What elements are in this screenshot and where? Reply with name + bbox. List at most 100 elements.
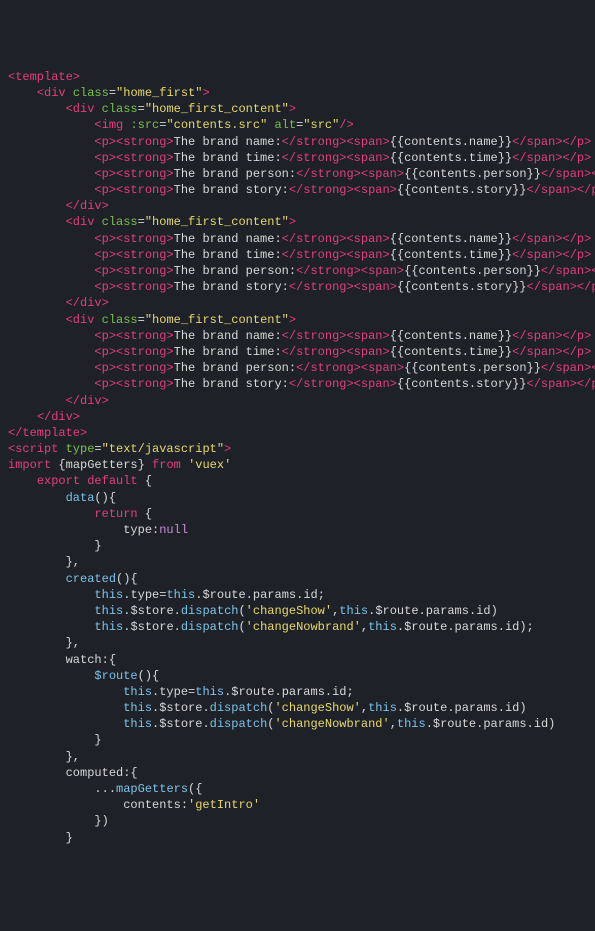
code-token: <p><strong> [94, 345, 173, 359]
code-token: <div [66, 102, 102, 116]
code-line[interactable]: import {mapGetters} from 'vuex' [8, 457, 587, 473]
code-line[interactable]: <p><strong>The brand time:</strong><span… [8, 247, 587, 263]
code-line[interactable]: <p><strong>The brand name:</strong><span… [8, 231, 587, 247]
code-line[interactable]: $route(){ [8, 668, 587, 684]
code-token [8, 798, 123, 812]
code-token: </div> [37, 410, 80, 424]
code-token: dispatch [210, 717, 268, 731]
code-line[interactable]: <p><strong>The brand name:</strong><span… [8, 134, 587, 150]
code-line[interactable]: ...mapGetters({ [8, 781, 587, 797]
code-token: type [130, 588, 159, 602]
code-line[interactable]: <p><strong>The brand time:</strong><span… [8, 150, 587, 166]
code-line[interactable]: </div> [8, 393, 587, 409]
code-line[interactable]: <p><strong>The brand person:</strong><sp… [8, 263, 587, 279]
code-line[interactable]: <p><strong>The brand time:</strong><span… [8, 344, 587, 360]
code-line[interactable]: <div class="home_first_content"> [8, 214, 587, 230]
code-token: :{ [102, 653, 116, 667]
code-token: </strong><span> [289, 280, 397, 294]
code-line[interactable]: type:null [8, 522, 587, 538]
code-line[interactable]: }, [8, 554, 587, 570]
code-token: $route [202, 588, 245, 602]
code-token: this [123, 701, 152, 715]
code-token: . [397, 701, 404, 715]
code-token: = [94, 442, 101, 456]
code-line[interactable]: <div class="home_first_content"> [8, 312, 587, 328]
code-line[interactable]: this.type=this.$route.params.id; [8, 684, 587, 700]
code-token [8, 329, 94, 343]
code-line[interactable]: <p><strong>The brand story:</strong><spa… [8, 182, 587, 198]
code-editor[interactable]: <template> <div class="home_first"> <div… [8, 69, 587, 846]
code-token: this [397, 717, 426, 731]
code-line[interactable]: </template> [8, 425, 587, 441]
code-line[interactable]: watch:{ [8, 652, 587, 668]
code-line[interactable]: data(){ [8, 490, 587, 506]
code-line[interactable]: <p><strong>The brand person:</strong><sp… [8, 166, 587, 182]
code-token: {{contents.time}} [390, 345, 512, 359]
code-token: <p><strong> [94, 264, 173, 278]
code-token: <img [94, 118, 130, 132]
code-token: </strong><span> [282, 151, 390, 165]
code-token: dispatch [181, 620, 239, 634]
code-line[interactable]: <img :src="contents.src" alt="src"/> [8, 117, 587, 133]
code-line[interactable]: <p><strong>The brand story:</strong><spa… [8, 376, 587, 392]
code-line[interactable]: this.$store.dispatch('changeShow',this.$… [8, 603, 587, 619]
code-token: $route [94, 669, 137, 683]
code-token: $store [159, 717, 202, 731]
code-line[interactable]: <div class="home_first_content"> [8, 101, 587, 117]
code-token [8, 377, 94, 391]
code-line[interactable]: <template> [8, 69, 587, 85]
code-line[interactable]: }, [8, 749, 587, 765]
code-line[interactable]: computed:{ [8, 765, 587, 781]
code-token: mapGetters [116, 782, 188, 796]
code-token [8, 345, 94, 359]
code-token [8, 102, 66, 116]
code-line[interactable]: <div class="home_first"> [8, 85, 587, 101]
code-token: The brand person: [174, 264, 296, 278]
code-line[interactable]: } [8, 732, 587, 748]
code-line[interactable]: </div> [8, 295, 587, 311]
code-line[interactable]: return { [8, 506, 587, 522]
code-token: . [274, 685, 281, 699]
code-line[interactable]: this.type=this.$route.params.id; [8, 587, 587, 603]
code-token: </strong><span> [282, 232, 390, 246]
code-line[interactable]: <p><strong>The brand name:</strong><span… [8, 328, 587, 344]
code-token: 'changeShow' [274, 701, 360, 715]
code-line[interactable]: <script type="text/javascript"> [8, 441, 587, 457]
code-token: { [145, 474, 152, 488]
code-token: </div> [66, 199, 109, 213]
code-line[interactable]: } [8, 538, 587, 554]
code-line[interactable]: } [8, 830, 587, 846]
code-token: {{contents.name}} [390, 135, 512, 149]
code-token: </strong><span> [296, 167, 404, 181]
code-token: The brand time: [174, 345, 282, 359]
code-token: ) [548, 717, 555, 731]
code-token: } [66, 831, 73, 845]
code-token: dispatch [181, 604, 239, 618]
code-line[interactable]: this.$store.dispatch('changeNowbrand',th… [8, 619, 587, 635]
code-line[interactable]: }) [8, 813, 587, 829]
code-line[interactable]: created(){ [8, 571, 587, 587]
code-token: The brand story: [174, 377, 289, 391]
code-token: "home_first" [116, 86, 202, 100]
code-token: The brand person: [174, 361, 296, 375]
code-line[interactable]: <p><strong>The brand story:</strong><spa… [8, 279, 587, 295]
code-token: $store [130, 604, 173, 618]
code-token: </span></p> [527, 377, 595, 391]
code-token: . [426, 717, 433, 731]
code-token [8, 183, 94, 197]
code-token: class [73, 86, 109, 100]
code-token: null [159, 523, 188, 537]
code-token: {{contents.name}} [390, 232, 512, 246]
code-line[interactable]: export default { [8, 473, 587, 489]
code-line[interactable]: contents:'getIntro' [8, 797, 587, 813]
code-token: this [368, 701, 397, 715]
code-token [8, 248, 94, 262]
code-line[interactable]: this.$store.dispatch('changeShow',this.$… [8, 700, 587, 716]
code-token: <script [8, 442, 66, 456]
code-line[interactable]: }, [8, 635, 587, 651]
code-token [8, 523, 123, 537]
code-line[interactable]: <p><strong>The brand person:</strong><sp… [8, 360, 587, 376]
code-line[interactable]: this.$store.dispatch('changeNowbrand',th… [8, 716, 587, 732]
code-line[interactable]: </div> [8, 198, 587, 214]
code-line[interactable]: </div> [8, 409, 587, 425]
